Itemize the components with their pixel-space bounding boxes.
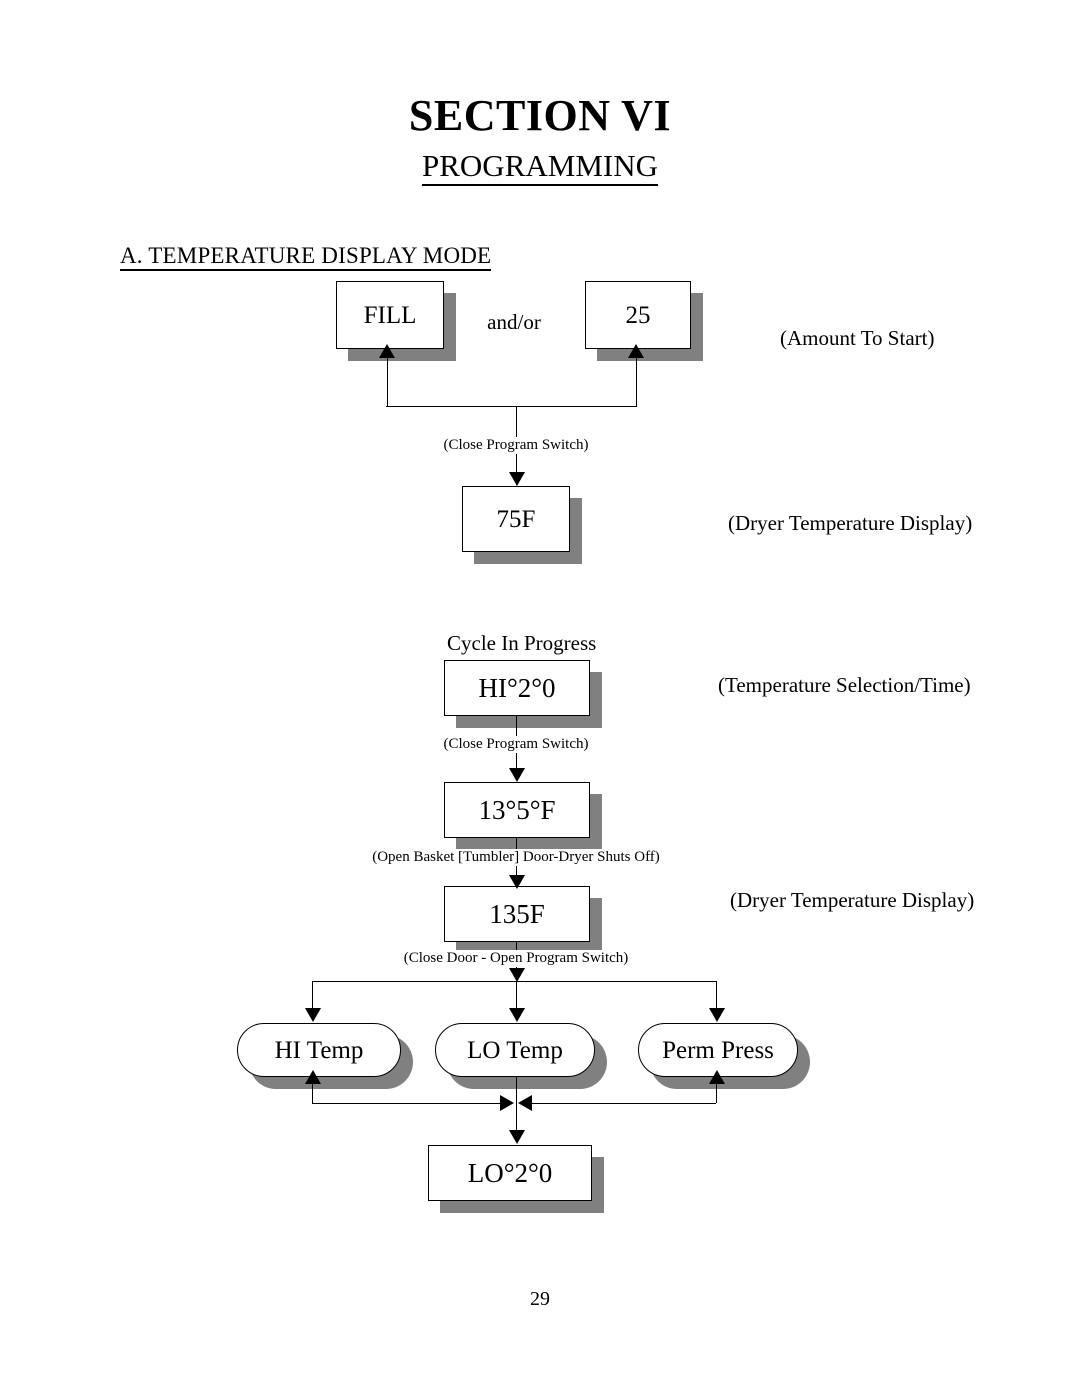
arrow-down-into-lo-temp xyxy=(509,1008,525,1022)
flow-node-dryer-temp-135-label: 135F xyxy=(489,898,545,929)
label-open-basket-door: (Open Basket [Tumbler] Door-Dryer Shuts … xyxy=(369,849,663,866)
and-or-label: and/or xyxy=(487,310,541,334)
connector-amount-riser xyxy=(636,358,637,406)
page-number: 29 xyxy=(530,1288,550,1310)
arrow-down-into-lo-20 xyxy=(509,1130,525,1144)
flow-node-lo-temp[interactable]: LO Temp xyxy=(435,1023,595,1077)
arrow-down-into-135f xyxy=(509,875,525,889)
flow-node-perm-press-label: Perm Press xyxy=(662,1036,774,1064)
annotation-dryer-temperature-display-2: (Dryer Temperature Display) xyxy=(730,888,975,912)
arrow-up-into-hi-temp xyxy=(305,1070,321,1084)
label-cycle-in-progress: Cycle In Progress xyxy=(447,631,597,655)
arrow-right-return-merge xyxy=(500,1095,514,1111)
arrow-up-into-fill xyxy=(379,344,395,358)
connector-fill-riser xyxy=(387,358,388,406)
arrow-down-branch-trunk xyxy=(509,968,525,982)
connector-lo-temp-down xyxy=(516,1077,517,1137)
flow-node-fill-label: FILL xyxy=(363,301,417,329)
flow-node-hi-temp-label: HI Temp xyxy=(274,1036,364,1064)
annotation-dryer-temperature-display-1: (Dryer Temperature Display) xyxy=(728,511,973,535)
page-title: SECTION VI xyxy=(408,91,672,140)
connector-return-bar-right xyxy=(532,1103,716,1104)
flow-node-dryer-temp-75: 75F xyxy=(462,486,570,552)
flow-node-lo-20-label: LO°2°0 xyxy=(467,1157,553,1188)
flow-node-perm-press[interactable]: Perm Press xyxy=(638,1023,798,1077)
arrow-down-into-75f xyxy=(509,472,525,486)
annotation-temperature-selection-time: (Temperature Selection/Time) xyxy=(718,673,971,697)
arrow-down-into-hi-temp xyxy=(305,1008,321,1022)
flow-node-dryer-temp-135: 135F xyxy=(444,886,590,942)
arrow-down-into-135deg xyxy=(509,768,525,782)
flow-node-temp-135-deg: 13°5°F xyxy=(444,782,590,838)
connector-split-bar-top xyxy=(386,406,637,407)
arrow-up-into-amount xyxy=(628,344,644,358)
arrow-down-into-perm-press xyxy=(709,1008,725,1022)
label-close-program-switch-2: (Close Program Switch) xyxy=(440,736,592,753)
connector-return-bar-left xyxy=(312,1103,500,1104)
connector-return-left-riser xyxy=(312,1084,313,1103)
page-subtitle: PROGRAMMING xyxy=(0,148,1080,186)
connector-return-right-riser xyxy=(716,1084,717,1103)
flow-node-temp-selection: HI°2°0 xyxy=(444,660,590,716)
section-heading-text: A. TEMPERATURE DISPLAY MODE xyxy=(120,243,492,271)
flow-node-lo-20: LO°2°0 xyxy=(428,1145,592,1201)
flow-node-hi-temp[interactable]: HI Temp xyxy=(237,1023,401,1077)
section-heading: A. TEMPERATURE DISPLAY MODE xyxy=(120,243,492,271)
label-close-door-open-program-switch: (Close Door - Open Program Switch) xyxy=(400,950,632,967)
manual-page: SECTION VI PROGRAMMING A. TEMPERATURE DI… xyxy=(0,0,1080,1397)
flow-node-amount: 25 xyxy=(585,281,691,349)
page-subtitle-text: PROGRAMMING xyxy=(422,148,658,186)
flow-node-amount-label: 25 xyxy=(625,301,651,329)
flow-node-fill: FILL xyxy=(336,281,444,349)
label-close-program-switch-1: (Close Program Switch) xyxy=(440,437,592,454)
annotation-amount-to-start: (Amount To Start) xyxy=(780,326,935,350)
flow-node-temp-selection-label: HI°2°0 xyxy=(478,672,556,703)
flow-node-lo-temp-label: LO Temp xyxy=(467,1036,563,1064)
flow-node-temp-135-deg-label: 13°5°F xyxy=(478,794,556,825)
arrow-up-into-perm-press xyxy=(709,1070,725,1084)
flow-node-dryer-temp-75-label: 75F xyxy=(496,505,536,533)
arrow-left-return-merge xyxy=(518,1095,532,1111)
